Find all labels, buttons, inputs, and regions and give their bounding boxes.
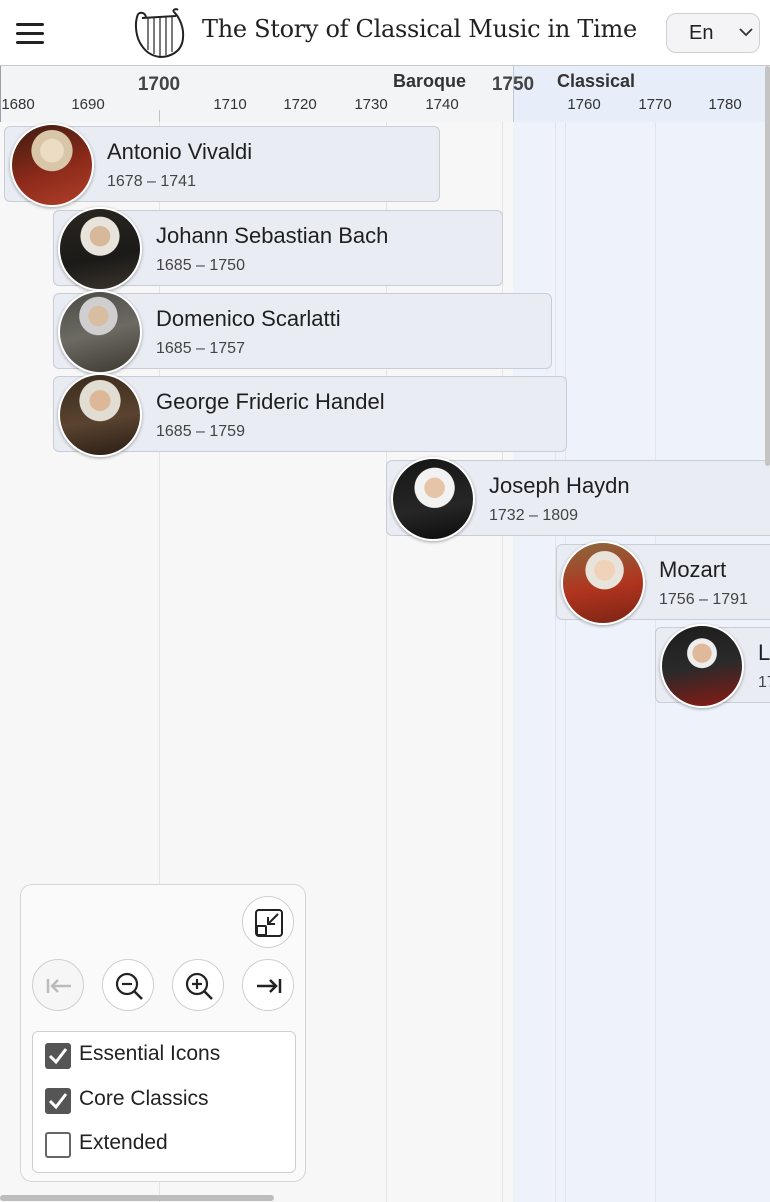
composer-years: 1678 – 1741	[107, 173, 196, 190]
year-tick: 1740	[425, 96, 459, 113]
jump-to-start-icon	[46, 979, 71, 993]
time-axis: 1680 1690 1700 1710 1720 1730 Baroque 17…	[0, 66, 770, 122]
composer-portrait	[660, 624, 744, 708]
composer-portrait	[10, 123, 94, 207]
zoom-out-icon	[115, 972, 143, 1000]
year-tick: 1760	[567, 96, 601, 113]
composer-years: 1685 – 1759	[156, 423, 245, 440]
top-bar: The Story of Classical Music in Time En	[0, 0, 770, 66]
composer-years: 1732 – 1809	[489, 507, 578, 524]
axis-classical-band	[513, 66, 770, 122]
year-tick: 1770	[638, 96, 672, 113]
zoom-out-button[interactable]	[102, 959, 154, 1011]
composer-name: Antonio Vivaldi	[107, 139, 253, 164]
app-title: The Story of Classical Music in Time	[202, 15, 637, 43]
vertical-scrollbar[interactable]	[765, 66, 770, 466]
composer-years: 1685 – 1750	[156, 257, 245, 274]
filter-group: Essential Icons Core Classics Extended	[32, 1031, 296, 1173]
filter-label: Core Classics	[79, 1087, 209, 1110]
jump-to-end-icon	[257, 979, 282, 993]
zoom-in-icon	[185, 972, 213, 1000]
zoom-in-button[interactable]	[172, 959, 224, 1011]
composer-name: Joseph Haydn	[489, 473, 630, 498]
composer-years: 17	[758, 674, 770, 691]
composer-years: 1685 – 1757	[156, 340, 245, 357]
jump-to-end-button[interactable]	[242, 959, 294, 1011]
composer-portrait	[561, 541, 645, 625]
tick-mark	[159, 110, 160, 122]
composer-card-handel[interactable]: George Frideric Handel 1685 – 1759	[53, 373, 567, 457]
language-value: En	[689, 22, 714, 44]
composer-years: 1756 – 1791	[659, 591, 748, 608]
checkbox-checked[interactable]	[45, 1043, 71, 1069]
era-label-classical: Classical	[557, 71, 636, 91]
year-tick-major: 1700	[137, 74, 181, 95]
year-tick: 1710	[213, 96, 247, 113]
composer-card-mozart[interactable]: Mozart 1756 – 1791	[556, 541, 770, 625]
checkbox-unchecked[interactable]	[45, 1132, 71, 1158]
era-label-baroque: Baroque	[393, 71, 467, 91]
gridline	[555, 122, 556, 1202]
language-select[interactable]: En	[666, 13, 760, 53]
composer-name: Mozart	[659, 557, 727, 582]
composer-name: George Frideric Handel	[156, 389, 385, 414]
year-tick: 1780	[708, 96, 742, 113]
composer-card-haydn[interactable]: Joseph Haydn 1732 – 1809	[386, 457, 770, 541]
composer-portrait	[58, 373, 142, 457]
year-tick: 1720	[283, 96, 317, 113]
year-tick-major: 1750	[491, 74, 535, 95]
checkmark-icon	[48, 1048, 68, 1065]
year-tick: 1690	[71, 96, 105, 113]
filter-label: Extended	[79, 1131, 168, 1154]
composer-name: Johann Sebastian Bach	[156, 223, 389, 248]
checkbox-checked[interactable]	[45, 1088, 71, 1114]
fit-to-screen-button[interactable]	[242, 896, 294, 948]
composer-portrait	[391, 457, 475, 541]
lyre-icon	[134, 8, 185, 59]
composer-name: Domenico Scarlatti	[156, 306, 341, 331]
filter-label: Essential Icons	[79, 1042, 221, 1065]
gridline	[502, 122, 503, 1202]
composer-name: L	[758, 640, 770, 665]
chevron-down-icon	[739, 28, 753, 37]
year-tick: 1680	[1, 96, 35, 113]
composer-portrait	[58, 290, 142, 374]
year-tick: 1730	[354, 96, 388, 113]
composer-card-scarlatti[interactable]: Domenico Scarlatti 1685 – 1757	[53, 290, 552, 374]
composer-card-beethoven[interactable]: L 17	[655, 624, 770, 708]
horizontal-scrollbar[interactable]	[0, 1195, 274, 1201]
jump-to-start-button[interactable]	[32, 959, 84, 1011]
composer-card-vivaldi[interactable]: Antonio Vivaldi 1678 – 1741	[4, 123, 440, 207]
gridline	[565, 122, 566, 1202]
fit-to-screen-icon	[255, 909, 283, 937]
timeline-controls-panel: Essential Icons Core Classics Extended	[20, 884, 306, 1182]
checkmark-icon	[48, 1093, 68, 1110]
composer-portrait	[58, 207, 142, 291]
composer-card-bach[interactable]: Johann Sebastian Bach 1685 – 1750	[53, 207, 503, 291]
hamburger-menu-icon[interactable]	[14, 20, 50, 48]
